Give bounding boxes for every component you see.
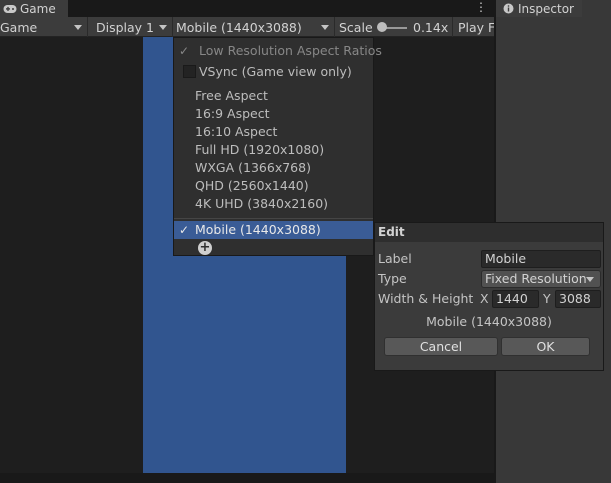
menu-divider [174, 218, 373, 219]
menu-item-aspect[interactable]: Free Aspect [174, 87, 373, 105]
display-label: Display 1 [96, 19, 155, 35]
add-resolution-icon[interactable]: + [198, 241, 212, 255]
toolbar-separator [334, 17, 335, 37]
x-label: X [480, 291, 489, 306]
menu-item-label: Full HD (1920x1080) [195, 142, 325, 157]
bottom-strip [0, 473, 494, 483]
menu-item-aspect[interactable]: QHD (2560x1440) [174, 177, 373, 195]
ok-button[interactable]: OK [501, 337, 590, 356]
menu-item-label: Free Aspect [195, 88, 268, 103]
mode-dropdown[interactable]: Game [0, 17, 85, 37]
width-input[interactable]: 1440 [492, 290, 539, 308]
menu-item-aspect[interactable]: Full HD (1920x1080) [174, 141, 373, 159]
edit-popup-title: Edit [375, 223, 603, 242]
scale-slider-handle[interactable] [377, 22, 387, 32]
resolution-label: Mobile (1440x3088) [176, 19, 302, 35]
menu-item-aspect[interactable]: WXGA (1366x768) [174, 159, 373, 177]
play-focused-dropdown[interactable]: Play Fo [458, 17, 494, 37]
chevron-down-icon [321, 25, 329, 30]
menu-item-label: Mobile (1440x3088) [195, 222, 321, 237]
y-label: Y [543, 291, 551, 306]
menu-item-mobile-selected[interactable]: ✓ Mobile (1440x3088) [174, 221, 373, 239]
play-focused-label: Play Fo [458, 19, 494, 35]
toolbar-separator [172, 17, 173, 37]
toolbar-separator [452, 17, 453, 37]
menu-item-label: WXGA (1366x768) [195, 160, 311, 175]
menu-item-label: 16:9 Aspect [195, 106, 270, 121]
label-input[interactable]: Mobile [481, 250, 601, 268]
info-icon [503, 3, 514, 14]
chevron-down-icon [159, 25, 167, 30]
mode-label: Game [0, 19, 38, 35]
menu-item-aspect[interactable]: 16:9 Aspect [174, 105, 373, 123]
label-field-label: Label [378, 251, 412, 266]
menu-item-label: 4K UHD (3840x2160) [195, 196, 329, 211]
menu-item-label: 16:10 Aspect [195, 124, 278, 139]
tab-game[interactable]: Game [0, 0, 68, 17]
resolution-dropdown[interactable]: Mobile (1440x3088) [176, 17, 332, 37]
type-select[interactable]: Fixed Resolution [481, 270, 601, 288]
menu-item-low-res-label: Low Resolution Aspect Ratios [199, 43, 382, 58]
menu-item-vsync[interactable]: VSync (Game view only) [174, 63, 373, 81]
edit-resolution-popup: Edit Label Mobile Type Fixed Resolution … [374, 222, 604, 371]
toolbar-separator [87, 17, 88, 37]
vsync-checkbox[interactable] [183, 65, 196, 78]
aspect-menu: ✓ Low Resolution Aspect Ratios VSync (Ga… [173, 37, 382, 256]
chevron-down-icon [74, 25, 82, 30]
width-height-label: Width & Height [378, 291, 474, 306]
cancel-button[interactable]: Cancel [384, 337, 498, 356]
menu-item-aspect[interactable]: 16:10 Aspect [174, 123, 373, 141]
chevron-down-icon [586, 277, 594, 282]
scale-value: 0.14x [413, 19, 449, 35]
menu-item-low-res: ✓ Low Resolution Aspect Ratios [174, 42, 382, 60]
resolution-preview: Mobile (1440x3088) [426, 314, 552, 329]
menu-item-vsync-label: VSync (Game view only) [199, 64, 352, 79]
height-input[interactable]: 3088 [555, 290, 601, 308]
tab-inspector[interactable]: Inspector [496, 0, 582, 17]
tab-options-icon[interactable]: ⋮ [474, 0, 488, 17]
type-field-label: Type [378, 271, 407, 286]
scale-label: Scale [339, 19, 373, 35]
menu-item-label: QHD (2560x1440) [195, 178, 309, 193]
check-icon: ✓ [179, 44, 190, 58]
tab-game-label: Game [20, 1, 56, 16]
display-dropdown[interactable]: Display 1 [96, 17, 170, 37]
type-select-value: Fixed Resolution [485, 271, 587, 286]
gamepad-icon [3, 4, 17, 13]
tab-inspector-label: Inspector [518, 1, 574, 16]
menu-item-aspect[interactable]: 4K UHD (3840x2160) [174, 195, 373, 213]
check-icon: ✓ [179, 223, 190, 237]
